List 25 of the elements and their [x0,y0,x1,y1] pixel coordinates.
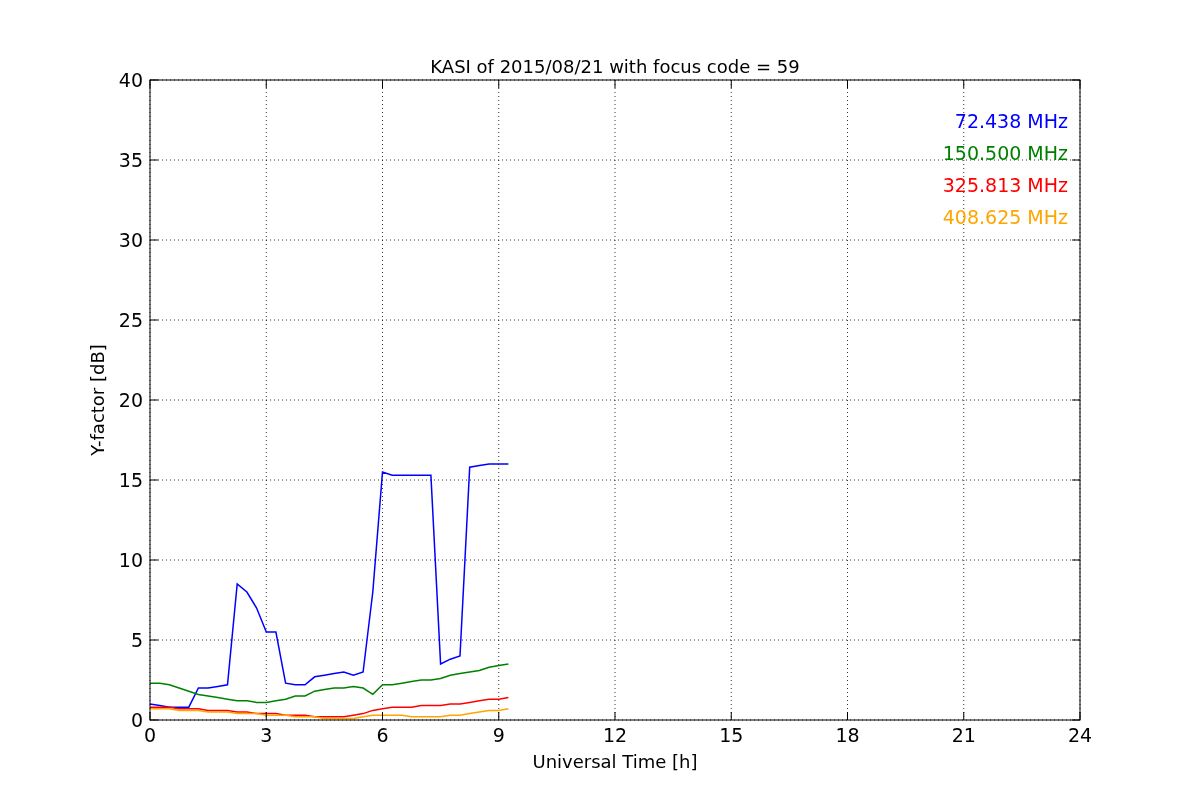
x-tick-label: 0 [143,724,157,746]
x-tick-label: 15 [719,724,744,746]
y-tick-label: 30 [118,229,143,251]
legend-label: 150.500 MHz [942,142,1068,164]
y-axis-label: Y-factor [dB] [87,344,108,456]
y-tick-label: 5 [130,629,143,651]
legend-label: 325.813 MHz [942,174,1068,196]
x-tick-label: 21 [951,724,976,746]
y-tick-label: 20 [118,389,143,411]
y-tick-label: 25 [118,309,143,331]
x-tick-label: 12 [602,724,628,746]
x-tick-label: 18 [835,724,860,746]
x-axis-label: Universal Time [h] [532,751,698,772]
y-tick-label: 40 [118,69,143,91]
legend-label: 408.625 MHz [942,206,1068,228]
y-tick-label: 0 [130,709,143,731]
x-tick-label: 6 [376,724,389,746]
legend-label: 72.438 MHz [954,110,1068,132]
chart-title: KASI of 2015/08/21 with focus code = 59 [430,56,800,77]
x-tick-label: 24 [1067,724,1093,746]
y-tick-label: 35 [118,149,143,171]
x-tick-label: 3 [260,724,273,746]
x-tick-label: 9 [492,724,505,746]
y-tick-label: 15 [118,469,143,491]
y-tick-label: 10 [118,549,143,571]
